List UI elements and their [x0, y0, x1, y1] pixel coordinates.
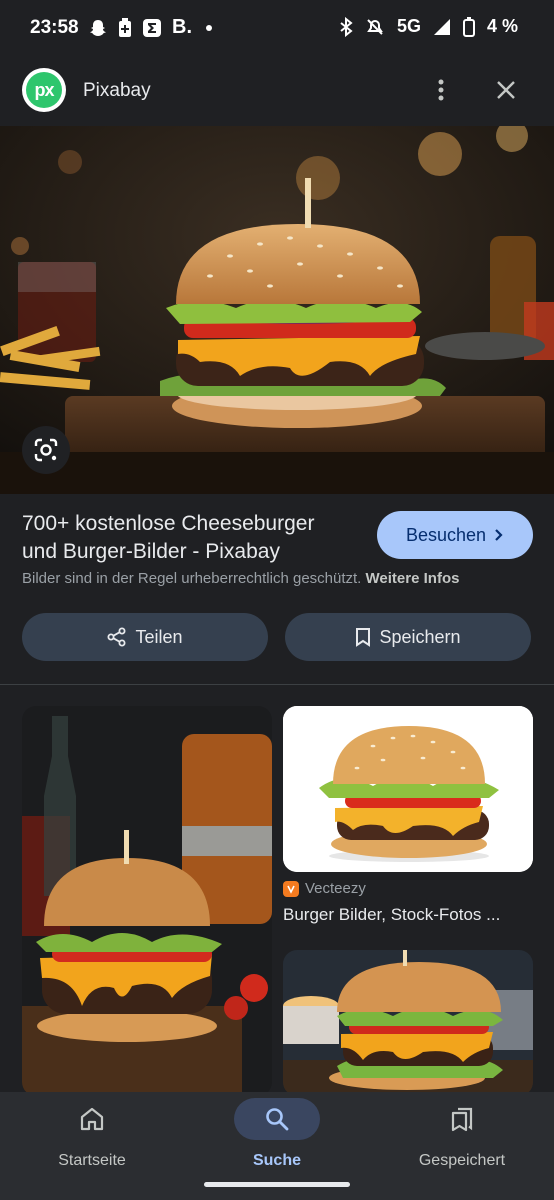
close-button[interactable] [490, 74, 522, 106]
source-header: px Pixabay [0, 60, 554, 122]
nav-item-search[interactable]: Suche [202, 1098, 352, 1178]
battery-saver-icon [119, 17, 131, 37]
status-time: 23:58 [30, 17, 79, 38]
hero-image[interactable] [0, 126, 554, 494]
visit-button[interactable]: Besuchen [377, 511, 533, 559]
dot-icon [206, 24, 212, 31]
share-icon [107, 627, 126, 647]
battery-icon [462, 16, 475, 37]
more-vert-icon [438, 79, 444, 101]
copyright-text: Bilder sind in der Regel urheberrechtlic… [22, 570, 362, 587]
sigma-app-icon [143, 18, 161, 37]
related-image-right-top[interactable] [283, 706, 533, 872]
nav-label-saved: Gespeichert [418, 1152, 506, 1169]
related-image-caption[interactable]: Burger Bilder, Stock-Fotos ... [283, 905, 533, 925]
source-name: Vecteezy [305, 880, 366, 897]
home-indicator[interactable] [204, 1182, 350, 1187]
chevron-right-icon [495, 529, 503, 541]
battery-percent: 4 % [486, 16, 518, 36]
burger-illustration [0, 126, 554, 494]
site-name[interactable]: Pixabay [83, 80, 151, 102]
copyright-notice: Bilder sind in der Regel urheberrechtlic… [22, 570, 459, 587]
nav-item-home[interactable]: Startseite [17, 1098, 167, 1178]
bookmark-icon [356, 628, 371, 647]
save-button[interactable]: Speichern [285, 613, 531, 661]
b-app-icon: B. [172, 16, 192, 38]
vecteezy-favicon-icon [283, 880, 299, 897]
nav-item-saved[interactable]: Gespeichert [387, 1098, 537, 1178]
network-type: 5G [396, 16, 421, 36]
system-status: 5G 4 % [339, 16, 518, 37]
share-label: Teilen [135, 626, 183, 647]
site-logo-text: px [26, 72, 62, 108]
close-icon [497, 81, 515, 99]
nav-label-home: Startseite [58, 1152, 126, 1169]
more-options-button[interactable] [426, 74, 456, 106]
google-lens-button[interactable] [22, 426, 70, 474]
share-button[interactable]: Teilen [22, 613, 268, 661]
burger-thumbnail-2 [283, 706, 533, 872]
result-title[interactable]: 700+ kostenlose Cheeseburger und Burger-… [22, 510, 352, 566]
status-bar: 23:58 B. 5G 4 % [0, 0, 554, 56]
bluetooth-icon [340, 16, 353, 37]
notification-icons: B. [88, 16, 212, 39]
nav-search-icon-wrap [234, 1098, 320, 1140]
search-icon [266, 1108, 289, 1131]
burger-thumbnail-1 [22, 706, 272, 1096]
related-image-right-bottom[interactable] [283, 950, 533, 1096]
source-row[interactable]: Vecteezy [283, 880, 366, 897]
snapchat-icon [90, 19, 106, 36]
lens-icon [34, 438, 58, 462]
nav-saved-icon-wrap [419, 1098, 505, 1140]
burger-thumbnail-3 [283, 950, 533, 1096]
more-info-link[interactable]: Weitere Infos [366, 570, 460, 587]
nav-label-search: Suche [252, 1152, 301, 1169]
collections-icon [451, 1107, 473, 1132]
mute-icon [367, 18, 383, 35]
nav-home-icon-wrap [49, 1098, 135, 1140]
save-label: Speichern [379, 626, 461, 647]
signal-icon [433, 18, 450, 35]
related-image-left[interactable] [22, 706, 272, 1096]
section-divider [0, 684, 554, 685]
visit-button-label: Besuchen [405, 524, 487, 545]
home-icon [80, 1107, 104, 1131]
site-logo[interactable]: px [22, 68, 66, 112]
